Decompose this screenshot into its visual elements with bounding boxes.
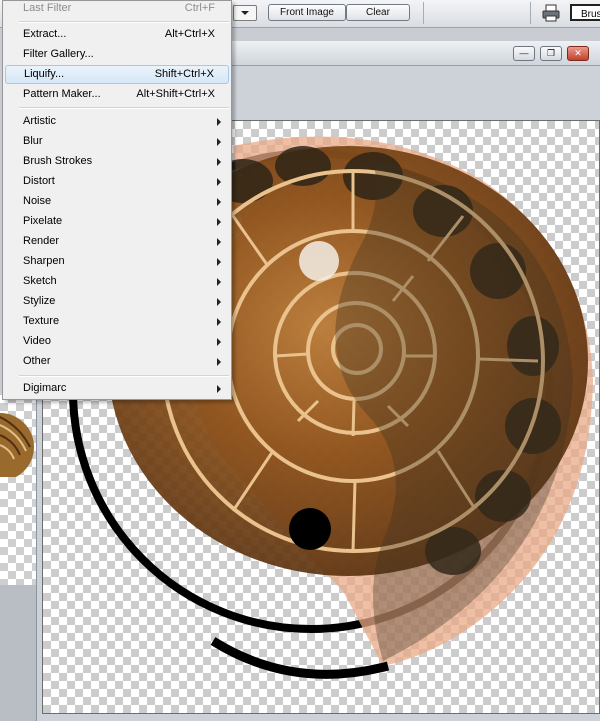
menu-item-pattern-maker[interactable]: Pattern Maker... Alt+Shift+Ctrl+X bbox=[5, 85, 229, 104]
menu-item-label: Artistic bbox=[23, 115, 56, 127]
menu-item-sketch[interactable]: Sketch bbox=[5, 272, 229, 291]
submenu-arrow-icon bbox=[217, 138, 221, 146]
menu-separator bbox=[19, 375, 229, 377]
menu-item-label: Sketch bbox=[23, 275, 57, 287]
menu-item-artistic[interactable]: Artistic bbox=[5, 112, 229, 131]
menu-item-stylize[interactable]: Stylize bbox=[5, 292, 229, 311]
toolbar-separator bbox=[530, 2, 531, 24]
menu-separator bbox=[19, 107, 229, 109]
menu-item-label: Other bbox=[23, 355, 51, 367]
submenu-arrow-icon bbox=[217, 318, 221, 326]
menu-item-label: Brush Strokes bbox=[23, 155, 93, 167]
clear-button[interactable]: Clear bbox=[346, 4, 410, 21]
submenu-arrow-icon bbox=[217, 278, 221, 286]
menu-item-label: Digimarc bbox=[23, 382, 67, 394]
menu-item-filter-gallery[interactable]: Filter Gallery... bbox=[5, 45, 229, 64]
front-image-button[interactable]: Front Image bbox=[268, 4, 346, 21]
menu-item-shortcut: Alt+Shift+Ctrl+X bbox=[136, 88, 215, 100]
menu-item-texture[interactable]: Texture bbox=[5, 312, 229, 331]
menu-item-label: Pixelate bbox=[23, 215, 63, 227]
menu-item-brush-strokes[interactable]: Brush Strokes bbox=[5, 152, 229, 171]
submenu-arrow-icon bbox=[217, 258, 221, 266]
submenu-arrow-icon bbox=[217, 298, 221, 306]
menu-item-digimarc[interactable]: Digimarc bbox=[5, 379, 229, 398]
menu-item-render[interactable]: Render bbox=[5, 232, 229, 251]
close-icon[interactable]: ✕ bbox=[567, 46, 589, 61]
submenu-arrow-icon bbox=[217, 158, 221, 166]
brush-preset-picker[interactable]: Brush bbox=[570, 4, 600, 21]
menu-item-label: Texture bbox=[23, 315, 60, 327]
filter-menu: Last Filter Ctrl+F Extract... Alt+Ctrl+X… bbox=[2, 0, 232, 400]
menu-item-video[interactable]: Video bbox=[5, 332, 229, 351]
menu-item-distort[interactable]: Distort bbox=[5, 172, 229, 191]
menu-item-label: Sharpen bbox=[23, 255, 65, 267]
submenu-arrow-icon bbox=[217, 218, 221, 226]
menu-item-last-filter: Last Filter Ctrl+F bbox=[5, 0, 229, 18]
menu-item-label: Last Filter bbox=[23, 2, 72, 14]
menu-item-label: Blur bbox=[23, 135, 43, 147]
submenu-arrow-icon bbox=[217, 178, 221, 186]
background-panel bbox=[0, 585, 37, 721]
submenu-arrow-icon bbox=[217, 198, 221, 206]
menu-item-sharpen[interactable]: Sharpen bbox=[5, 252, 229, 271]
menu-item-liquify[interactable]: Liquify... Shift+Ctrl+X bbox=[5, 65, 229, 84]
menu-item-other[interactable]: Other bbox=[5, 352, 229, 371]
options-dropdown[interactable] bbox=[233, 5, 257, 21]
menu-item-label: Noise bbox=[23, 195, 52, 207]
submenu-arrow-icon bbox=[217, 118, 221, 126]
submenu-arrow-icon bbox=[217, 385, 221, 393]
menu-item-label: Liquify... bbox=[24, 68, 65, 80]
menu-item-label: Render bbox=[23, 235, 60, 247]
ring-tail bbox=[210, 637, 390, 679]
submenu-arrow-icon bbox=[217, 358, 221, 366]
printer-icon[interactable] bbox=[541, 3, 561, 23]
yin-yang-light-dot bbox=[299, 241, 339, 281]
yin-yang-dot bbox=[289, 508, 331, 550]
submenu-arrow-icon bbox=[217, 238, 221, 246]
menu-item-pixelate[interactable]: Pixelate bbox=[5, 212, 229, 231]
menu-item-shortcut: Ctrl+F bbox=[184, 2, 215, 14]
menu-item-label: Video bbox=[23, 335, 51, 347]
menu-item-shortcut: Alt+Ctrl+X bbox=[164, 28, 215, 40]
menu-item-label: Stylize bbox=[23, 295, 56, 307]
menu-item-shortcut: Shift+Ctrl+X bbox=[154, 68, 214, 80]
restore-icon[interactable]: ❐ bbox=[540, 46, 562, 61]
menu-item-blur[interactable]: Blur bbox=[5, 132, 229, 151]
submenu-arrow-icon bbox=[217, 338, 221, 346]
menu-item-extract[interactable]: Extract... Alt+Ctrl+X bbox=[5, 25, 229, 44]
menu-item-label: Distort bbox=[23, 175, 55, 187]
background-shell-thumbnail bbox=[0, 413, 34, 477]
menu-separator bbox=[19, 21, 229, 23]
background-document bbox=[0, 395, 37, 585]
menu-item-noise[interactable]: Noise bbox=[5, 192, 229, 211]
menu-item-label: Extract... bbox=[23, 28, 67, 40]
menu-item-label: Pattern Maker... bbox=[23, 88, 101, 100]
minimize-icon[interactable]: — bbox=[513, 46, 535, 61]
menu-item-label: Filter Gallery... bbox=[23, 48, 94, 60]
toolbar-separator bbox=[423, 2, 424, 24]
